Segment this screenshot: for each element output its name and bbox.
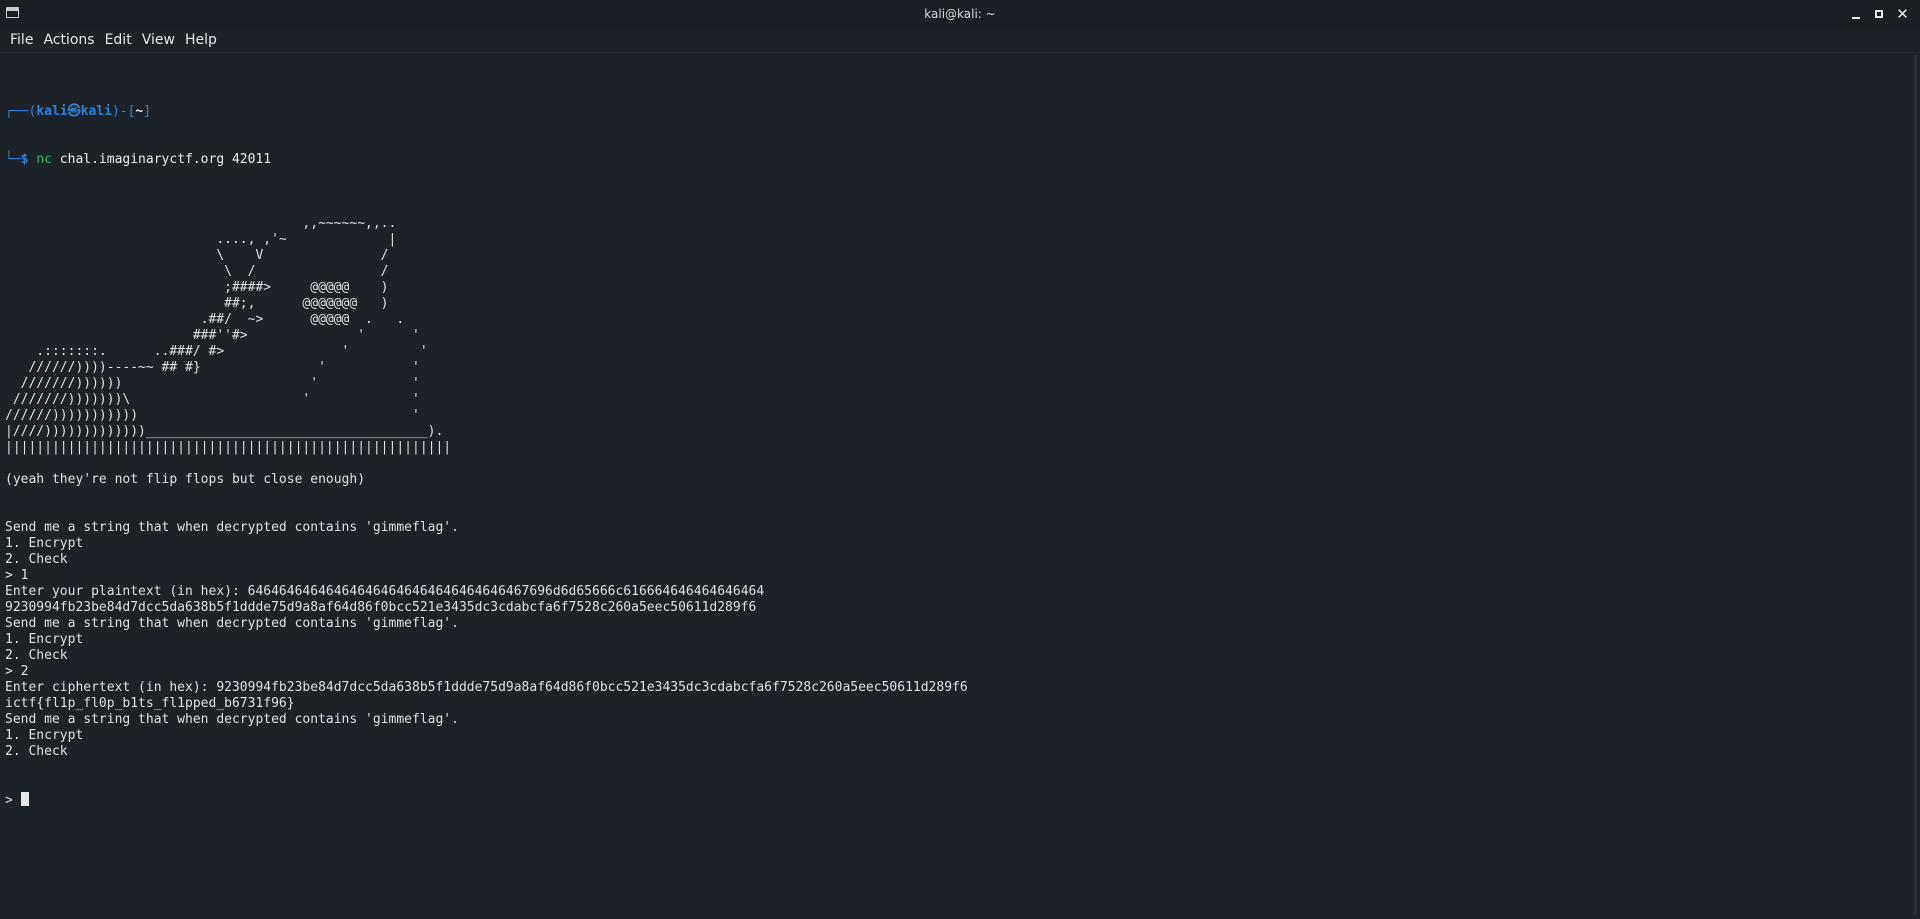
prompt-user-host: kali㉿kali: [36, 104, 112, 119]
output-line: ||||||||||||||||||||||||||||||||||||||||…: [5, 440, 452, 455]
window-title: kali@kali: ~: [924, 7, 996, 21]
output-line: (yeah they're not flip flops but close e…: [5, 472, 366, 487]
output-line: ictf{fl1p_fl0p_b1ts_fl1pped_b6731f96}: [5, 696, 295, 711]
output-line: ,,~~~~~~,,..: [5, 216, 397, 231]
output-line: 2. Check: [5, 552, 68, 567]
program-output: ,,~~~~~~,,.. ...., ,'~ | \ V / \ / / ;##…: [5, 200, 1905, 760]
command-args: chal.imaginaryctf.org 42011: [51, 152, 272, 167]
menu-divider: [0, 52, 1920, 53]
prompt-corner-bottom: └─: [5, 152, 21, 167]
output-line: //////))))))))))) ': [5, 408, 420, 423]
menu-file[interactable]: File: [0, 28, 38, 52]
menu-actions[interactable]: Actions: [38, 28, 99, 52]
menu-bar: File Actions Edit View Help: [0, 28, 1920, 52]
text-cursor: [20, 792, 29, 806]
terminal-window: kali@kali: ~ ✕ File Actions Edit View He…: [0, 0, 1920, 919]
menu-view[interactable]: View: [137, 28, 180, 52]
output-line: ;####> @@@@@ ): [5, 280, 389, 295]
prompt-dollar: $: [20, 152, 37, 167]
output-line: 9230994fb23be84d7dcc5da638b5f1ddde75d9a8…: [5, 600, 757, 615]
prompt-line-top: ┌──(kali㉿kali)-[~]: [5, 104, 1905, 120]
output-line: Enter ciphertext (in hex): 9230994fb23be…: [5, 680, 968, 695]
output-line: Send me a string that when decrypted con…: [5, 616, 459, 631]
prompt-bracket-mid: )-[: [111, 104, 136, 119]
output-line: 1. Encrypt: [5, 536, 84, 551]
output-line: ###''#> ' ': [5, 328, 420, 343]
output-line: ///////)))))))\ ' ': [5, 392, 420, 407]
menu-help[interactable]: Help: [180, 28, 222, 52]
menu-edit[interactable]: Edit: [100, 28, 137, 52]
output-line: > 1: [5, 568, 29, 583]
output-line: //////))))----~~ ## #} ' ': [5, 360, 420, 375]
output-line: Send me a string that when decrypted con…: [5, 712, 459, 727]
output-line: |////)))))))))))))______________________…: [5, 424, 444, 439]
output-line: 2. Check: [5, 648, 68, 663]
prompt-line-bottom: └─$ nc chal.imaginaryctf.org 42011: [5, 152, 1905, 168]
window-controls: ✕: [1845, 0, 1914, 28]
prompt-bracket-end: ]: [143, 104, 152, 119]
output-line: ##;, @@@@@@@ ): [5, 296, 389, 311]
output-line: ///////)))))) ' ': [5, 376, 420, 391]
title-bar[interactable]: kali@kali: ~ ✕: [0, 0, 1920, 28]
output-line: ...., ,'~ |: [5, 232, 397, 247]
output-line: 2. Check: [5, 744, 68, 759]
output-line: 1. Encrypt: [5, 632, 84, 647]
command-name: nc: [36, 152, 52, 167]
output-line: Enter your plaintext (in hex): 646464646…: [5, 584, 765, 599]
close-icon[interactable]: ✕: [1891, 0, 1914, 28]
input-line[interactable]: >: [5, 792, 1905, 808]
output-line: .##/ ~> @@@@@ . .: [5, 312, 405, 327]
output-line: \ V /: [5, 248, 389, 263]
input-prompt: >: [5, 793, 21, 808]
output-line: \ / /: [5, 264, 389, 279]
output-line: 1. Encrypt: [5, 728, 84, 743]
scrollbar[interactable]: [1914, 55, 1917, 915]
output-line: .:::::::. ..###/ #> ' ': [5, 344, 428, 359]
output-line: Send me a string that when decrypted con…: [5, 520, 459, 535]
maximize-icon[interactable]: [1868, 0, 1891, 28]
prompt-corner-top: ┌──(: [5, 104, 37, 119]
terminal-output[interactable]: ┌──(kali㉿kali)-[~] └─$ nc chal.imaginary…: [5, 72, 1905, 840]
output-line: > 2: [5, 664, 29, 679]
minimize-icon[interactable]: [1845, 0, 1868, 28]
